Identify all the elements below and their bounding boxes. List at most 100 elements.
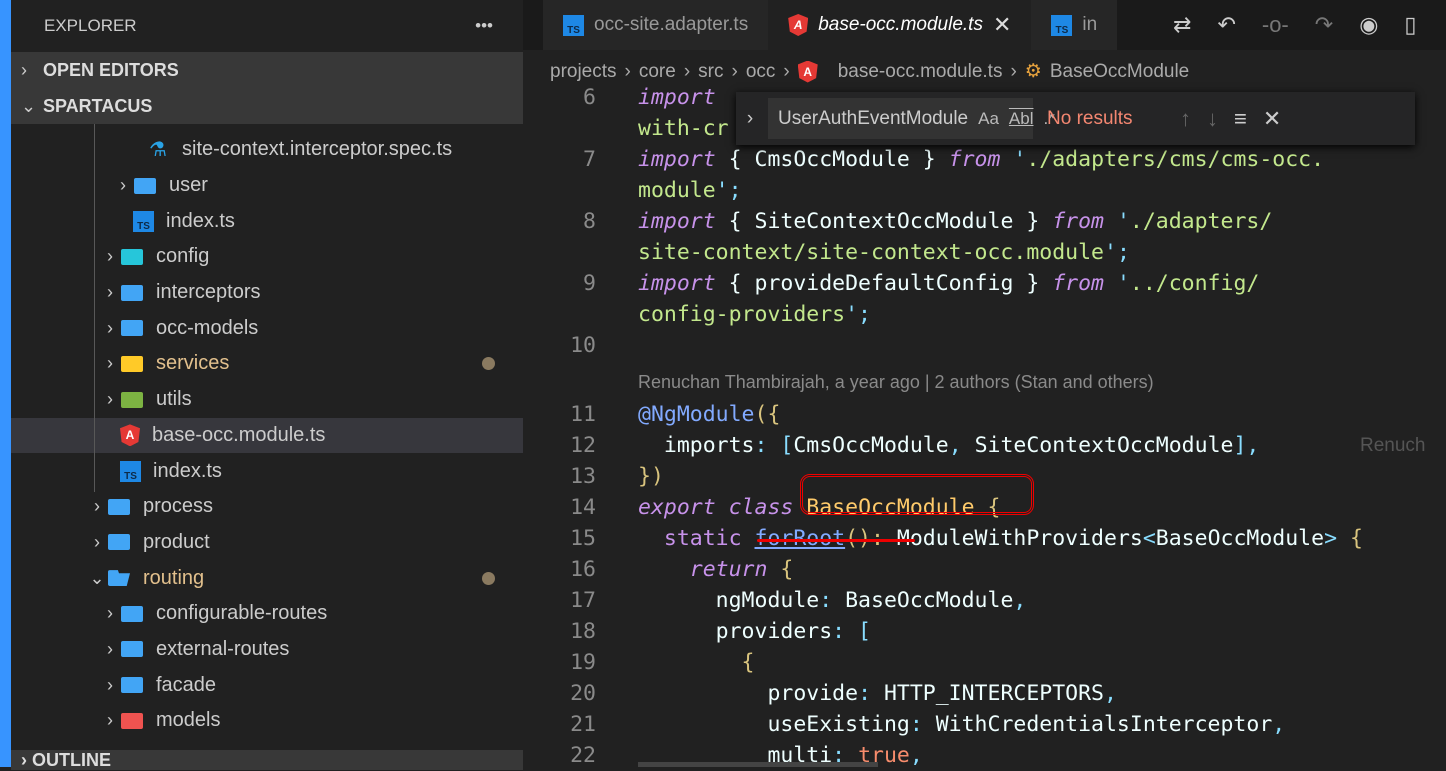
line-number: 16 xyxy=(570,557,596,582)
section-label: OUTLINE xyxy=(32,750,111,770)
arrow-up-icon[interactable]: ↑ xyxy=(1180,106,1191,132)
go-forward-icon[interactable]: ↷ xyxy=(1315,12,1333,38)
tree-item[interactable]: › user xyxy=(11,168,523,204)
tree-item[interactable]: › occ-models xyxy=(11,310,523,346)
code-token: HTTP_INTERCEPTORS xyxy=(883,681,1105,706)
git-graph-icon[interactable]: ◉ xyxy=(1359,12,1378,38)
tree-item[interactable]: › interceptors xyxy=(11,275,523,311)
tree-item-label: occ-models xyxy=(156,316,259,339)
breadcrumb-item[interactable]: occ xyxy=(746,61,776,83)
close-tab-icon[interactable]: ✕ xyxy=(993,12,1011,38)
code-line: config-providers'; xyxy=(523,299,1446,330)
chevron-right-icon: › xyxy=(783,60,790,82)
tree-item[interactable]: › config xyxy=(11,239,523,275)
code-token: BaseOccModule xyxy=(1155,526,1325,551)
chevron-right-icon: › xyxy=(107,674,113,695)
tree-item[interactable]: TS index.ts xyxy=(11,453,523,489)
chevron-right-icon: › xyxy=(107,353,113,374)
tab[interactable]: TS occ-site.adapter.ts xyxy=(543,0,769,50)
code-area[interactable]: 6 import with-cr 7 import { CmsOccModule } f… xyxy=(523,82,1446,771)
tree-item[interactable]: ⌄ routing xyxy=(11,560,523,596)
code-token: : [ xyxy=(832,619,872,644)
breadcrumb-item[interactable]: base-occ.module.ts xyxy=(838,61,1003,83)
ellipsis-icon[interactable]: ••• xyxy=(475,16,493,36)
chevron-right-icon: › xyxy=(107,710,113,731)
breadcrumb-item[interactable]: core xyxy=(639,61,676,83)
tree-item[interactable]: › facade xyxy=(11,667,523,703)
line-number: 19 xyxy=(570,650,596,675)
editor-actions: ⇄ ↶ -o- ↷ ◉ ▯ xyxy=(1151,0,1446,50)
git-commit-icon[interactable]: -o- xyxy=(1262,12,1289,38)
tab[interactable]: TS in xyxy=(1031,0,1118,50)
find-in-selection-icon[interactable]: ≡ xyxy=(1234,106,1247,132)
code-line: 17 ngModule: BaseOccModule, xyxy=(523,585,1446,616)
code-token: ' xyxy=(1104,209,1130,234)
code-token: > xyxy=(1324,526,1350,551)
code-token: : xyxy=(858,681,884,706)
breadcrumb-item[interactable]: projects xyxy=(550,61,617,83)
tree-item[interactable]: TS index.ts xyxy=(11,203,523,239)
whole-word-toggle[interactable]: Abl xyxy=(1009,109,1034,128)
code-token: { xyxy=(767,557,794,582)
tab[interactable]: Abase-occ.module.ts ✕ xyxy=(768,0,1032,50)
code-token: : [ xyxy=(754,433,794,458)
tree-item-label: configurable-routes xyxy=(156,602,328,625)
go-back-icon[interactable]: ↶ xyxy=(1217,12,1235,38)
line-number: 7 xyxy=(583,147,596,172)
code-text: providers: [ xyxy=(638,616,871,647)
code-token: from xyxy=(948,147,1001,172)
tree-item[interactable]: › services xyxy=(11,346,523,382)
code-line: 21 useExisting: WithCredentialsIntercept… xyxy=(523,709,1446,740)
split-editor-icon[interactable]: ▯ xyxy=(1404,12,1416,38)
section-outline[interactable]: › OUTLINE xyxy=(11,750,523,770)
breadcrumb-item[interactable]: BaseOccModule xyxy=(1050,61,1189,83)
code-text: import { SiteContextOccModule } from './… xyxy=(638,206,1272,237)
match-case-toggle[interactable]: Aa xyxy=(978,109,999,128)
inline-blame: Renuch xyxy=(1360,435,1426,456)
tree-item[interactable]: › models xyxy=(11,703,523,739)
tree-item[interactable]: Abase-occ.module.ts xyxy=(11,417,523,454)
tree-item[interactable]: › configurable-routes xyxy=(11,596,523,632)
code-token: ngModule xyxy=(638,588,820,613)
code-token: export class xyxy=(638,495,794,520)
tree-item-label: site-context.interceptor.spec.ts xyxy=(182,138,453,161)
code-token: WithCredentialsInterceptor xyxy=(935,712,1273,737)
section-spartacus[interactable]: ⌄ SPARTACUS xyxy=(11,88,523,124)
toggle-replace-icon[interactable]: › xyxy=(736,108,764,130)
activity-bar xyxy=(0,0,11,767)
section-open-editors[interactable]: › OPEN EDITORS xyxy=(11,52,523,88)
find-input[interactable]: UserAuthEventModule Aa Abl .* xyxy=(768,98,1055,139)
code-text: ngModule: BaseOccModule, xyxy=(638,585,1027,616)
arrow-down-icon[interactable]: ↓ xyxy=(1207,106,1218,132)
tree-item[interactable]: › process xyxy=(11,489,523,525)
tree-item[interactable]: › utils xyxy=(11,382,523,418)
tree-item[interactable]: › external-routes xyxy=(11,632,523,668)
horizontal-scrollbar[interactable] xyxy=(638,762,878,767)
tree-item[interactable]: ⚗ site-context.interceptor.spec.ts xyxy=(11,132,523,168)
code-token: < xyxy=(1142,526,1156,551)
chevron-right-icon: › xyxy=(107,282,113,303)
chevron-down-icon: ⌄ xyxy=(21,95,37,116)
tree-item-label: services xyxy=(156,352,230,375)
breadcrumb-item[interactable]: src xyxy=(698,61,723,83)
code-text: imports: [CmsOccModule, SiteContextOccMo… xyxy=(638,430,1259,461)
code-token: BaseOccModule xyxy=(845,588,1014,613)
tree-item-label: user xyxy=(169,174,208,197)
line-number: 11 xyxy=(570,402,596,427)
code-line: 18 providers: [ xyxy=(523,616,1446,647)
line-number: 21 xyxy=(570,712,596,737)
code-text: config-providers'; xyxy=(638,299,871,330)
folder-icon xyxy=(107,532,131,552)
tree-item[interactable]: › product xyxy=(11,525,523,561)
tree-item-label: utils xyxy=(156,388,192,411)
close-icon[interactable]: ✕ xyxy=(1263,106,1281,132)
file-tree: ⚗ site-context.interceptor.spec.ts › user TS… xyxy=(11,124,523,739)
code-token: '; xyxy=(1104,240,1130,265)
code-token: , xyxy=(948,433,975,458)
code-text: @NgModule({ xyxy=(638,399,780,430)
line-number: 8 xyxy=(583,209,596,234)
code-text: useExisting: WithCredentialsInterceptor, xyxy=(638,709,1285,740)
source-control-compare-icon[interactable]: ⇄ xyxy=(1173,12,1191,38)
explorer-header: EXPLORER ••• xyxy=(11,0,523,52)
find-input-value: UserAuthEventModule xyxy=(778,107,969,129)
